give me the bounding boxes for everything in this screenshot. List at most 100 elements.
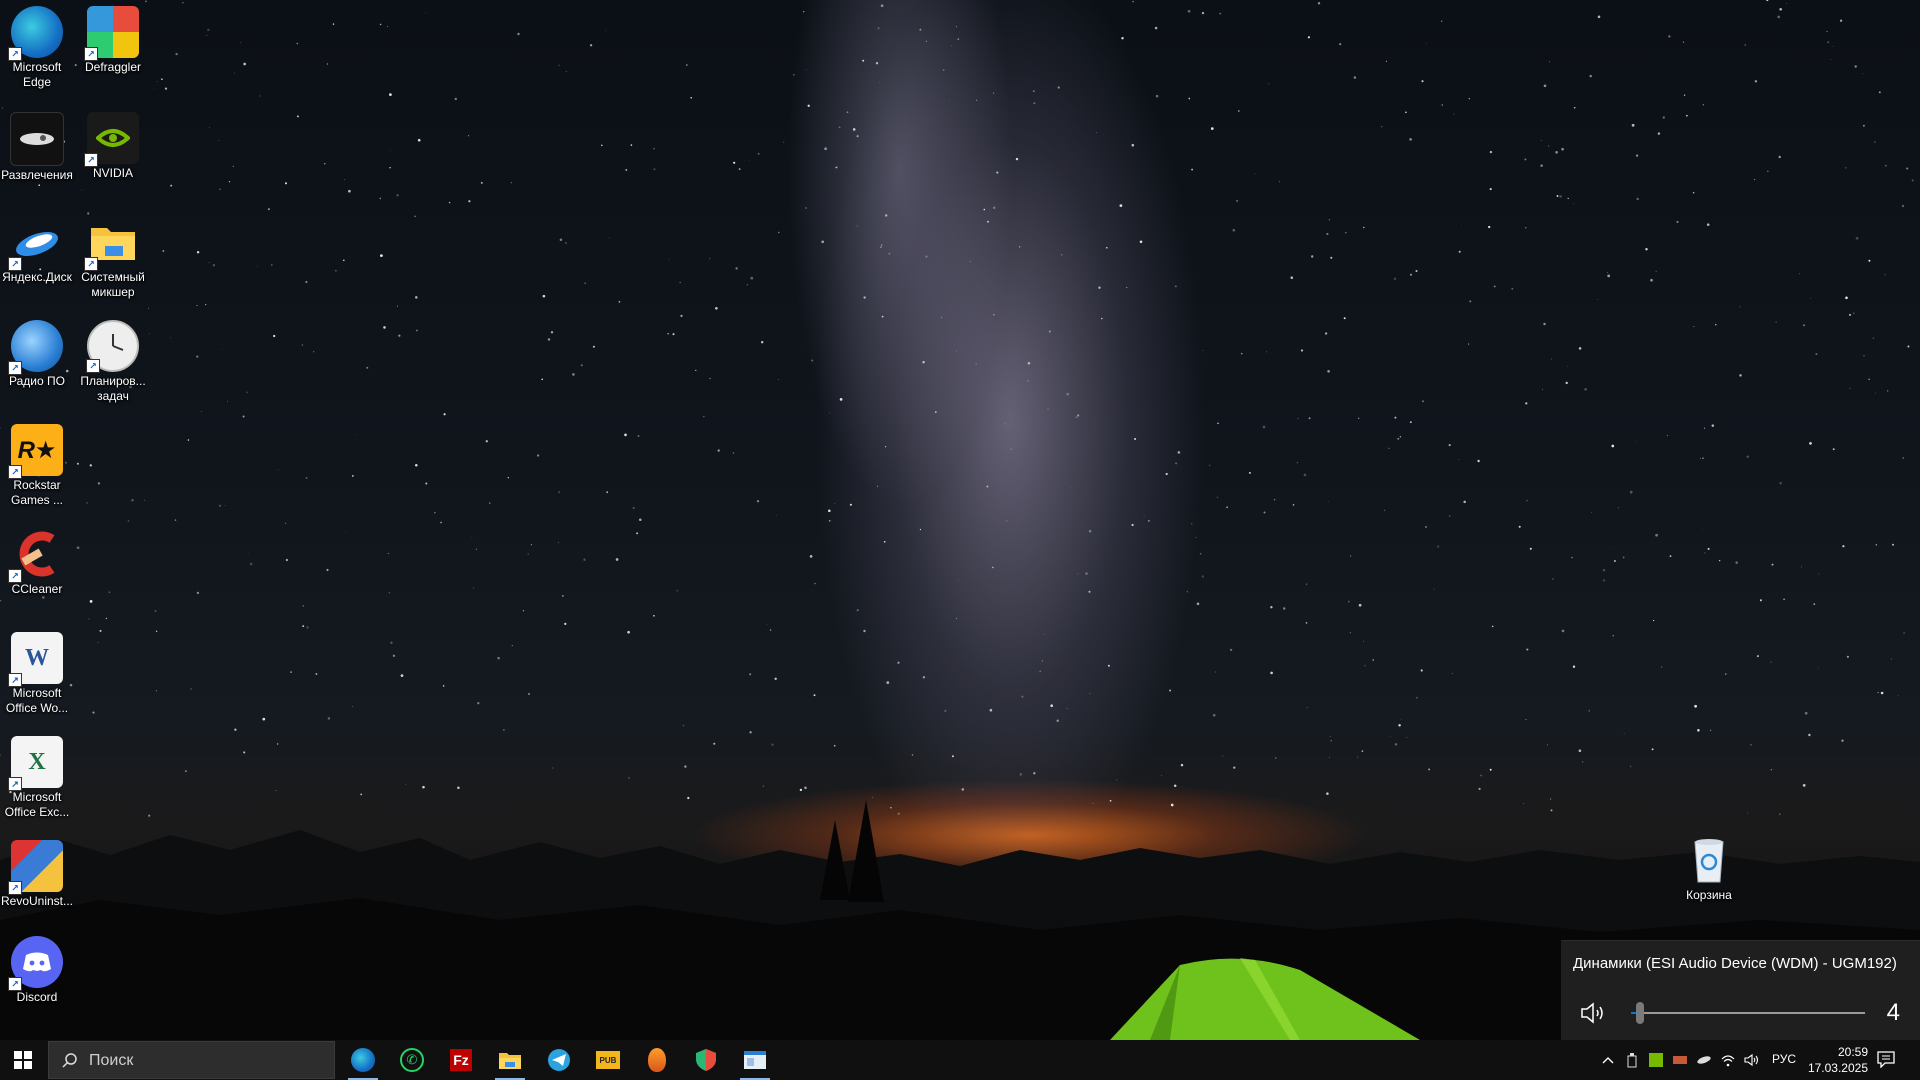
taskbar-app-telegram[interactable] [535,1040,583,1080]
desktop-icon-label: Microsoft Edge [12,60,62,89]
desktop-icon-nvidia[interactable]: ↗ NVIDIA [75,108,151,181]
desktop-wallpaper [0,0,1920,1040]
shortcut-arrow-icon: ↗ [8,569,22,583]
taskbar-app-edge[interactable] [339,1040,387,1080]
fl-studio-icon [648,1048,666,1072]
audio-device-name[interactable]: Динамики (ESI Audio Device (WDM) - UGM19… [1573,955,1897,972]
yandex-disk-icon: ↗ [8,216,63,271]
shortcut-arrow-icon: ↗ [8,257,22,271]
entertainment-icon [10,112,64,166]
desktop-icon-label: Планиров... задач [80,374,146,403]
action-center-notification-icon[interactable] [1876,1050,1898,1070]
shortcut-arrow-icon: ↗ [8,673,22,687]
desktop-icon-label: Корзина [1686,888,1732,902]
taskbar-search-box[interactable]: Поиск [48,1041,335,1079]
shortcut-arrow-icon: ↗ [8,977,22,991]
taskbar-app-whatsapp[interactable]: ✆ [388,1040,436,1080]
desktop-icon-label: Rockstar Games ... [10,478,63,507]
shortcut-arrow-icon: ↗ [84,47,98,61]
desktop-icon-label: Радио ПО [9,374,65,388]
pubg-icon: PUB [596,1051,620,1069]
show-hidden-icons-chevron-up-icon[interactable] [1600,1052,1616,1068]
nvidia-tray-icon[interactable] [1648,1052,1664,1068]
word-icon: W ↗ [8,632,63,687]
desktop-icon-recycle-bin[interactable]: Корзина [1671,830,1747,903]
desktop-icon-entertainment[interactable]: Развлечения [0,108,75,183]
network-wifi-icon[interactable] [1720,1052,1736,1068]
revo-uninstaller-icon: ↗ [8,840,63,895]
shortcut-arrow-icon: ↗ [8,881,22,895]
folder-icon [499,1053,521,1069]
desktop-icon-label: Microsoft Office Wo... [5,686,69,715]
taskbar-clock[interactable]: 20:59 17.03.2025 [1798,1044,1868,1076]
shortcut-arrow-icon: ↗ [8,777,22,791]
desktop-icon-microsoft-word[interactable]: W ↗ Microsoft Office Wo... [0,628,75,716]
desktop-icon-label: Яндекс.Диск [2,270,72,284]
desktop-icon-microsoft-excel[interactable]: X ↗ Microsoft Office Exc... [0,732,75,820]
app-tray-icon[interactable] [1672,1052,1688,1068]
taskbar-app-pubg[interactable]: PUB [584,1040,632,1080]
edge-icon: ↗ [8,6,63,61]
desktop-icon-task-scheduler[interactable]: ↗ Планиров... задач [75,316,151,404]
whatsapp-icon: ✆ [400,1048,424,1072]
desktop-icon-label: RevoUninst... [0,894,74,908]
recycle-bin-icon [1683,834,1735,886]
desktop-icon-yandex-disk[interactable]: ↗ Яндекс.Диск [0,212,75,285]
desktop-icon-rockstar-games[interactable]: R★ ↗ Rockstar Games ... [0,420,75,508]
taskbar-app-window[interactable] [731,1040,779,1080]
edge-icon [351,1048,375,1072]
volume-slider-thumb[interactable] [1636,1002,1644,1024]
shortcut-arrow-icon: ↗ [8,361,22,375]
windows-logo-icon [14,1051,32,1069]
input-language-indicator[interactable]: РУС [1772,1052,1796,1066]
ccleaner-icon: ↗ [8,528,63,583]
desktop-icon-radio[interactable]: ↗ Радио ПО [0,316,75,389]
desktop-icon-label: Defraggler [84,60,142,74]
shortcut-arrow-icon: ↗ [84,257,98,271]
taskbar-app-file-explorer[interactable] [486,1040,534,1080]
shortcut-arrow-icon: ↗ [84,153,98,167]
usb-device-icon[interactable] [1624,1052,1640,1068]
task-scheduler-icon: ↗ [86,320,139,373]
volume-tray-icon[interactable] [1744,1052,1760,1068]
shortcut-arrow-icon: ↗ [8,465,22,479]
volume-level-value: 4 [1886,999,1900,1026]
nvidia-icon: ↗ [84,112,139,167]
desktop-icon-label: Развлечения [1,168,73,182]
clock-date: 17.03.2025 [1807,1061,1868,1075]
desktop-icon-system-mixer[interactable]: ↗ Системный микшер [75,212,151,300]
start-button[interactable] [0,1040,46,1080]
defraggler-icon: ↗ [84,6,139,61]
yandex-disk-tray-icon[interactable] [1696,1052,1712,1068]
volume-flyout: Динамики (ESI Audio Device (WDM) - UGM19… [1561,940,1920,1041]
window-icon [744,1051,766,1069]
desktop-icon-defraggler[interactable]: ↗ Defraggler [75,2,151,75]
desktop-icon-discord[interactable]: ↗ Discord [0,932,75,1005]
taskbar-app-filezilla[interactable]: Fz [437,1040,485,1080]
desktop-icon-label: Microsoft Office Exc... [4,790,70,819]
shortcut-arrow-icon: ↗ [8,47,22,61]
excel-icon: X ↗ [8,736,63,791]
desktop-icon-label: NVIDIA [92,166,133,180]
clock-time: 20:59 [1837,1045,1868,1059]
taskbar-app-fl-studio[interactable] [633,1040,681,1080]
desktop-icon-revo-uninstaller[interactable]: ↗ RevoUninst... [0,836,75,909]
radio-icon: ↗ [8,320,63,375]
telegram-icon [548,1049,570,1071]
desktop-icon-label: Discord [16,990,58,1004]
rockstar-icon: R★ ↗ [8,424,63,479]
taskbar-app-vpn[interactable] [682,1040,730,1080]
desktop-icon-ccleaner[interactable]: ↗ CCleaner [0,524,75,597]
volume-slider[interactable] [1631,1002,1865,1024]
search-icon [62,1053,77,1068]
shortcut-arrow-icon: ↗ [86,359,100,373]
search-placeholder: Поиск [89,1052,134,1069]
desktop-icon-microsoft-edge[interactable]: ↗ Microsoft Edge [0,2,75,90]
discord-icon: ↗ [8,936,63,991]
folder-icon: ↗ [84,216,139,271]
filezilla-icon: Fz [450,1049,472,1071]
speaker-icon[interactable] [1579,1001,1607,1025]
desktop-icon-label: Системный микшер [81,270,145,299]
shield-icon [696,1049,716,1071]
taskbar: Поиск ✆ Fz PUB РУС 20:59 17.03.2025 [0,1040,1920,1080]
